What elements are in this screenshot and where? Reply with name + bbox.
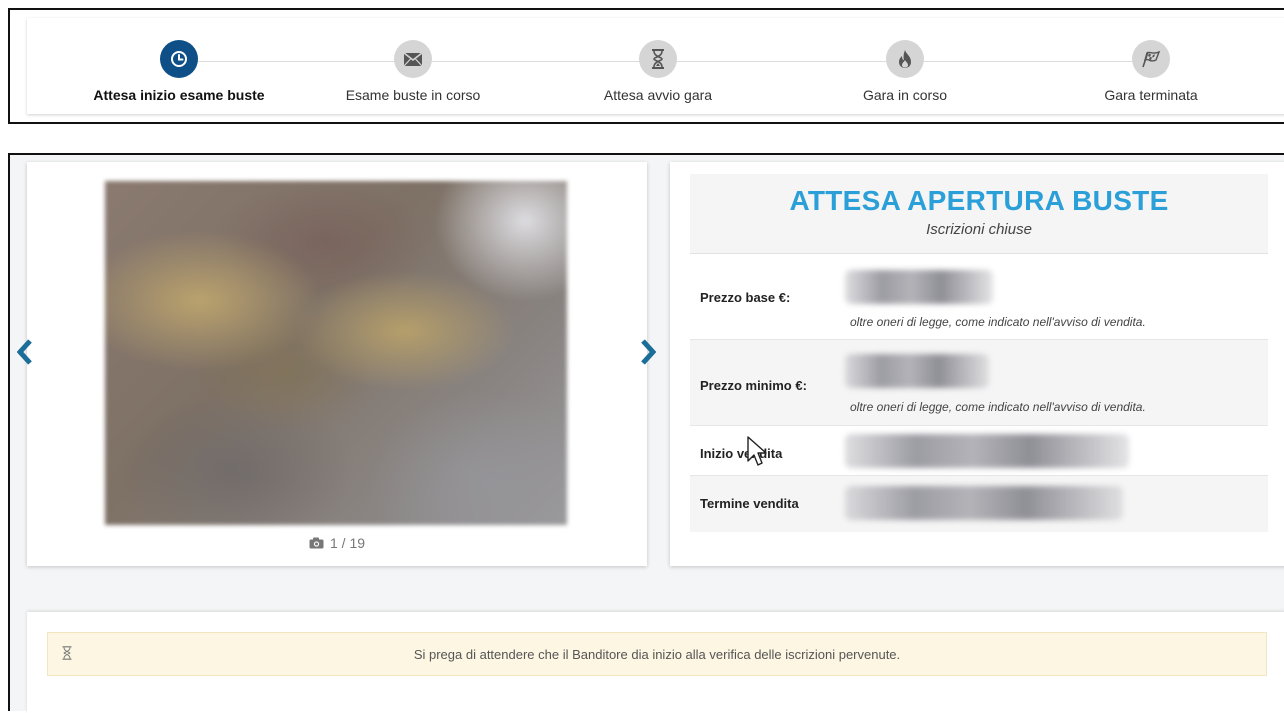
gallery-prev-button[interactable] — [12, 337, 38, 367]
waiting-notice: Si prega di attendere che il Banditore d… — [47, 632, 1267, 676]
prezzo-base-note: oltre oneri di legge, come indicato nell… — [850, 315, 1146, 329]
step-esame-buste: Esame buste in corso — [303, 40, 523, 103]
auction-progress-frame: Attesa inizio esame buste Esame buste in… — [8, 8, 1284, 124]
prezzo-minimo-value-redacted — [845, 354, 989, 388]
photo-counter-text: 1 / 19 — [329, 535, 366, 551]
camera-icon — [309, 537, 324, 549]
auction-main-frame: 1 / 19 ATTESA APERTURA BUSTE Iscrizioni … — [8, 153, 1284, 713]
row-prezzo-base: Prezzo base €: oltre oneri di legge, com… — [690, 254, 1268, 340]
step-gara-terminata: Gara terminata — [1041, 40, 1261, 103]
step-attesa-inizio-esame: Attesa inizio esame buste — [69, 40, 289, 103]
envelope-icon — [394, 40, 432, 78]
photo-gallery-card: 1 / 19 — [17, 162, 656, 566]
step-label: Esame buste in corso — [345, 87, 481, 103]
termine-vendita-label: Termine vendita — [700, 496, 799, 511]
clock-icon — [160, 40, 198, 78]
photo-counter: 1 / 19 — [27, 535, 647, 551]
notice-text: Si prega di attendere che il Banditore d… — [413, 647, 901, 662]
row-prezzo-minimo: Prezzo minimo €: oltre oneri di legge, c… — [690, 340, 1268, 426]
notice-card: Si prega di attendere che il Banditore d… — [27, 612, 1284, 713]
sale-status-subtitle: Iscrizioni chiuse — [926, 221, 1032, 238]
prezzo-minimo-label: Prezzo minimo €: — [700, 378, 807, 393]
checkered-flag-icon — [1132, 40, 1170, 78]
hourglass-icon — [639, 40, 677, 78]
chevron-right-icon — [641, 339, 656, 365]
prezzo-base-value-redacted — [845, 270, 993, 304]
row-termine-vendita: Termine vendita — [690, 476, 1268, 532]
sale-status-header: ATTESA APERTURA BUSTE Iscrizioni chiuse — [690, 174, 1268, 254]
prezzo-base-label: Prezzo base €: — [700, 290, 791, 305]
step-gara-in-corso: Gara in corso — [795, 40, 1015, 103]
fire-icon — [886, 40, 924, 78]
step-label: Gara in corso — [862, 87, 948, 103]
step-label: Attesa avvio gara — [603, 87, 713, 103]
auction-progress-steps: Attesa inizio esame buste Esame buste in… — [27, 18, 1284, 114]
row-inizio-vendita: Inizio vendita — [690, 426, 1268, 476]
sale-info-card: ATTESA APERTURA BUSTE Iscrizioni chiuse … — [670, 162, 1284, 566]
termine-vendita-value-redacted — [845, 486, 1123, 520]
gallery-next-button[interactable] — [635, 337, 661, 367]
step-label: Gara terminata — [1104, 87, 1198, 103]
sale-status-title: ATTESA APERTURA BUSTE — [789, 185, 1169, 216]
chevron-left-icon — [17, 339, 32, 365]
prezzo-minimo-note: oltre oneri di legge, come indicato nell… — [850, 400, 1146, 414]
inizio-vendita-label: Inizio vendita — [700, 446, 783, 461]
mouse-pointer-icon — [746, 435, 768, 472]
step-attesa-avvio-gara: Attesa avvio gara — [548, 40, 768, 103]
lot-photo[interactable] — [105, 181, 567, 525]
inizio-vendita-value-redacted — [845, 434, 1129, 468]
step-label: Attesa inizio esame buste — [93, 87, 265, 103]
